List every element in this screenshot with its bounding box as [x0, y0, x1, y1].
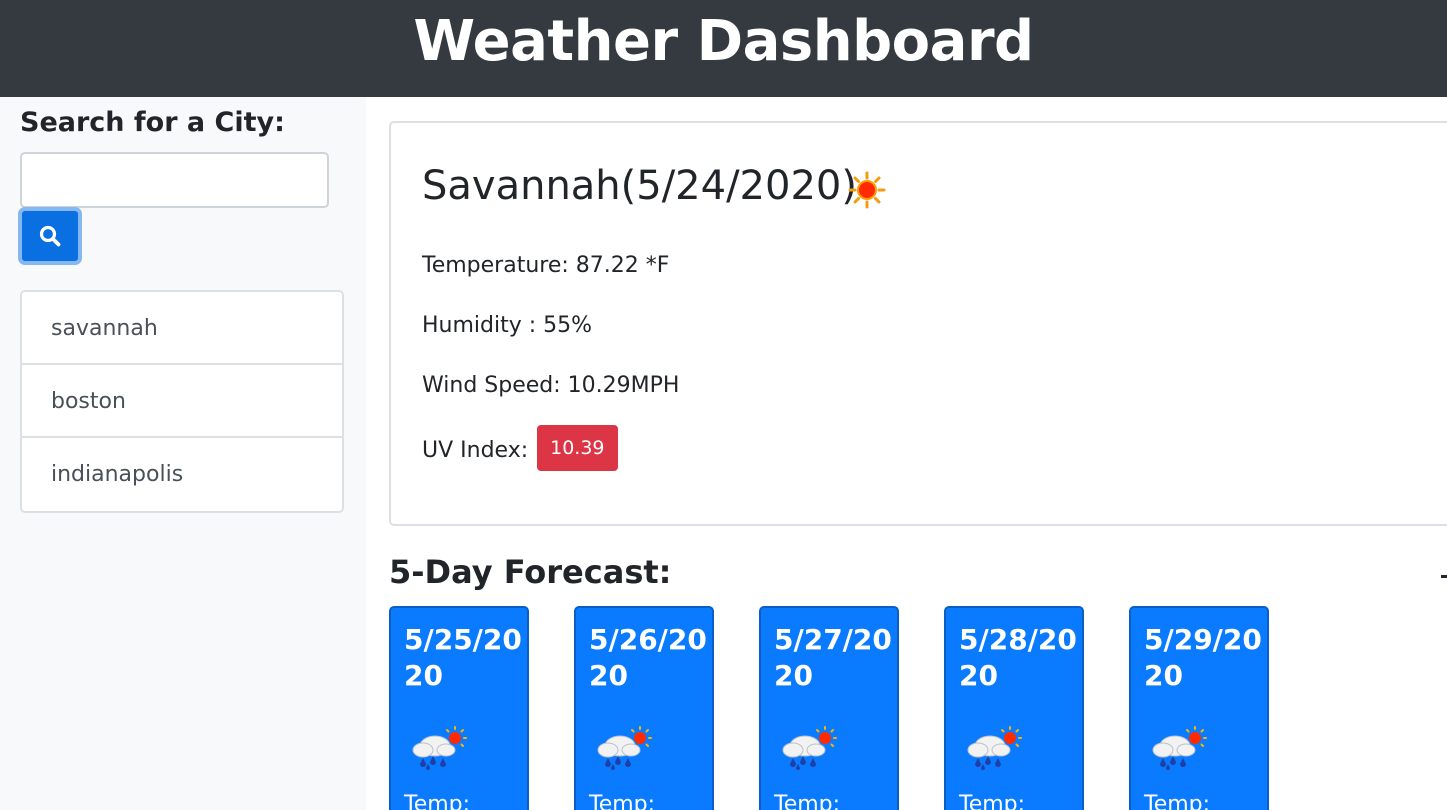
forecast-temp-label: Temp:	[589, 792, 656, 810]
forecast-date: 5/27/2020	[774, 623, 892, 692]
temperature-text: Temperature: 87.22 *F	[422, 253, 670, 278]
uv-index-badge: 10.39	[537, 425, 618, 471]
humidity-text: Humidity : 55%	[422, 313, 593, 338]
rain-sun-icon	[1152, 726, 1207, 770]
current-city-title: Savannah(5/24/2020)	[422, 163, 857, 209]
wind-speed-text: Wind Speed: 10.29MPH	[422, 373, 680, 398]
search-button[interactable]	[18, 207, 82, 265]
rain-sun-icon	[412, 726, 467, 770]
forecast-card: 5/29/2020 Temp:	[1129, 606, 1269, 810]
forecast-card: 5/27/2020 Temp:	[759, 606, 899, 810]
uv-index-row: UV Index: 10.39	[422, 425, 618, 474]
forecast-date: 5/26/2020	[589, 623, 707, 692]
uv-index-label: UV Index:	[422, 438, 529, 463]
rain-sun-icon	[967, 726, 1022, 770]
city-item-indianapolis[interactable]: indianapolis	[22, 438, 342, 511]
city-item-boston[interactable]: boston	[22, 365, 342, 438]
search-input[interactable]	[20, 152, 329, 208]
forecast-card: 5/25/2020 Temp:	[389, 606, 529, 810]
city-history-list: savannah boston indianapolis	[20, 290, 344, 513]
search-label: Search for a City:	[20, 107, 285, 138]
forecast-temp-label: Temp:	[404, 792, 471, 810]
forecast-title: 5-Day Forecast:	[389, 553, 672, 591]
forecast-date: 5/29/2020	[1144, 623, 1262, 692]
edge-mark	[1441, 575, 1447, 578]
page-title: Weather Dashboard	[413, 9, 1034, 74]
current-weather-card: Savannah(5/24/2020) Temperature: 87.22 *…	[389, 121, 1447, 526]
sun-icon	[848, 171, 886, 209]
rain-sun-icon	[597, 726, 652, 770]
city-item-savannah[interactable]: savannah	[22, 292, 342, 365]
forecast-temp-label: Temp:	[774, 792, 841, 810]
forecast-temp-label: Temp:	[959, 792, 1026, 810]
forecast-card: 5/28/2020 Temp:	[944, 606, 1084, 810]
sidebar: Search for a City: savannah boston india…	[0, 97, 366, 810]
forecast-date: 5/28/2020	[959, 623, 1077, 692]
forecast-temp-label: Temp:	[1144, 792, 1211, 810]
search-icon	[39, 225, 61, 247]
rain-sun-icon	[782, 726, 837, 770]
forecast-card: 5/26/2020 Temp:	[574, 606, 714, 810]
forecast-date: 5/25/2020	[404, 623, 522, 692]
header-bar: Weather Dashboard	[0, 0, 1447, 97]
